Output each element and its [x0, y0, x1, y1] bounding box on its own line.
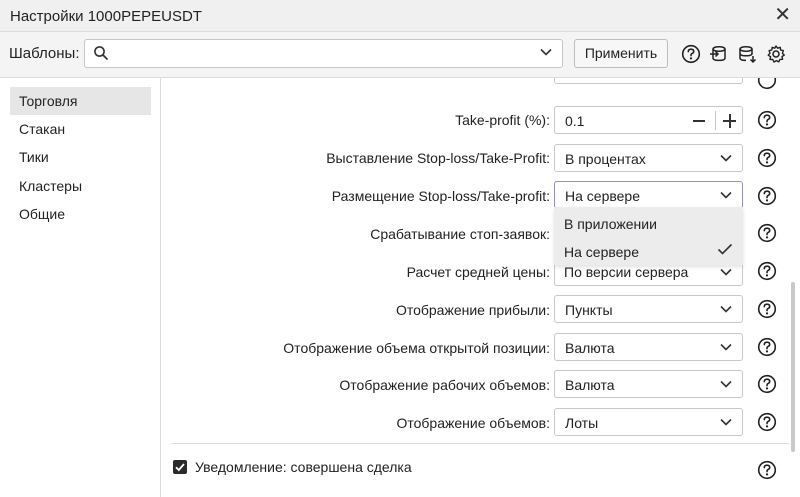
templates-search-input[interactable]	[84, 39, 563, 68]
dropdown-option-app[interactable]: В приложении	[564, 216, 657, 232]
sltp-placement-dropdown: В приложении На сервере	[554, 207, 743, 265]
take-profit-stepper[interactable]: 0.1	[554, 106, 743, 134]
avg-price-value: По версии сервера	[564, 264, 689, 280]
chevron-down-icon	[720, 418, 732, 426]
decrement-icon[interactable]	[693, 120, 705, 122]
settings-sidebar: Торговля Стакан Тики Кластеры Общие	[0, 78, 161, 497]
trade-notification-checkbox[interactable]	[173, 460, 187, 474]
working-volume-label: Отображение рабочих объемов:	[339, 377, 550, 393]
sltp-mode-select[interactable]: В процентах	[554, 144, 743, 172]
settings-panel: Take-profit (%): 0.1 Выставление Stop-lo…	[161, 78, 800, 497]
help-icon[interactable]	[757, 337, 777, 357]
take-profit-label: Take-profit (%):	[455, 112, 550, 128]
profit-display-value: Пункты	[565, 302, 613, 318]
chevron-down-icon	[720, 154, 732, 162]
window-title: Настройки 1000PEPEUSDT	[10, 8, 202, 25]
sltp-placement-value: На сервере	[565, 188, 640, 204]
dropdown-option-server[interactable]: На сервере	[564, 244, 639, 260]
help-icon[interactable]	[757, 186, 777, 206]
help-icon[interactable]	[757, 223, 777, 243]
help-icon[interactable]	[757, 110, 777, 130]
chevron-down-icon	[720, 268, 732, 276]
position-volume-value: Валюта	[565, 340, 615, 356]
position-volume-select[interactable]: Валюта	[554, 333, 743, 361]
take-profit-value: 0.1	[565, 113, 585, 129]
volumes-display-select[interactable]: Лоты	[554, 408, 743, 436]
increment-icon-vertical	[729, 114, 731, 128]
volumes-display-label: Отображение объемов:	[396, 415, 550, 431]
export-icon[interactable]	[709, 44, 729, 64]
apply-button[interactable]: Применить	[574, 39, 668, 68]
chevron-down-icon[interactable]	[540, 48, 552, 56]
stepper-divider	[715, 111, 716, 130]
database-icon[interactable]	[737, 44, 757, 64]
working-volume-select[interactable]: Валюта	[554, 370, 743, 398]
help-icon[interactable]	[681, 44, 701, 64]
position-volume-label: Отображение объема открытой позиции:	[283, 340, 550, 356]
chevron-down-icon	[720, 305, 732, 313]
chevron-down-icon	[720, 380, 732, 388]
title-bar: Настройки 1000PEPEUSDT ✕	[0, 0, 800, 32]
help-icon[interactable]	[757, 460, 777, 480]
stop-orders-label: Срабатывание стоп-заявок:	[370, 226, 550, 242]
volumes-display-value: Лоты	[565, 415, 599, 431]
working-volume-value: Валюта	[565, 377, 615, 393]
sltp-placement-select[interactable]: На сервере	[554, 181, 743, 209]
section-divider	[171, 443, 789, 444]
help-icon[interactable]	[757, 148, 777, 168]
help-icon[interactable]	[757, 412, 777, 432]
sidebar-item-clusters[interactable]: Кластеры	[10, 172, 151, 200]
help-icon[interactable]	[757, 299, 777, 319]
chevron-down-icon	[720, 191, 732, 199]
sidebar-item-trading[interactable]: Торговля	[10, 87, 151, 115]
avg-price-label: Расчет средней цены:	[406, 264, 550, 280]
profit-display-select[interactable]: Пункты	[554, 295, 743, 323]
sltp-placement-label: Размещение Stop-loss/Take-profit:	[331, 188, 550, 204]
templates-toolbar: Шаблоны: Применить	[0, 32, 800, 78]
templates-label: Шаблоны:	[9, 45, 80, 62]
help-icon[interactable]	[757, 78, 777, 90]
help-icon[interactable]	[757, 261, 777, 281]
scrollbar-thumb[interactable]	[791, 282, 795, 452]
sltp-mode-label: Выставление Stop-loss/Take-Profit:	[326, 150, 550, 166]
trade-notification-label: Уведомление: совершена сделка	[195, 459, 412, 475]
sidebar-item-general[interactable]: Общие	[10, 200, 151, 228]
profit-display-label: Отображение прибыли:	[395, 302, 550, 318]
checkmark-icon	[717, 243, 733, 255]
sidebar-item-ticks[interactable]: Тики	[10, 143, 151, 171]
settings-icon[interactable]	[766, 44, 786, 64]
sltp-mode-value: В процентах	[565, 151, 646, 167]
chevron-down-icon	[720, 343, 732, 351]
partial-field[interactable]	[554, 78, 743, 84]
checkmark-icon	[175, 463, 185, 472]
help-icon[interactable]	[757, 374, 777, 394]
sidebar-item-order-book[interactable]: Стакан	[10, 115, 151, 143]
search-icon	[94, 46, 108, 60]
close-icon[interactable]: ✕	[774, 4, 791, 26]
